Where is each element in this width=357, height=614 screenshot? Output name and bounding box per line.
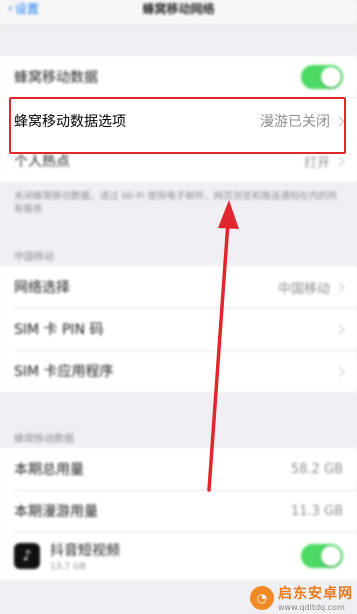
watermark-logo-icon: ◔	[250, 585, 274, 610]
app-size: 13.7 GB	[50, 562, 87, 572]
app-cellular-toggle[interactable]	[301, 544, 343, 568]
network-selection-label: 网络选择	[14, 280, 70, 296]
roaming-usage-label: 本期漫游用量	[14, 504, 98, 520]
sim-apps-label: SIM 卡应用程序	[14, 364, 114, 380]
carrier-section-header: 中国移动	[14, 252, 54, 263]
page-title: 蜂窝移动网络	[142, 2, 215, 16]
carrier-group: 网络选择 中国移动 SIM 卡 PIN 码 SIM 卡应用程序	[0, 266, 357, 392]
site-watermark: ◔ 启东安卓网 www.qdltdq.com	[250, 583, 353, 612]
cellular-data-options-label: 蜂窝移动数据选项	[14, 114, 126, 130]
hotspot-label: 个人热点	[14, 154, 70, 170]
chevron-right-icon	[334, 116, 345, 126]
total-usage-label: 本期总用量	[14, 462, 84, 478]
roaming-usage-value: 11.3 GB	[290, 503, 343, 519]
cellular-data-options-row[interactable]: 蜂窝移动数据选项 漫游已关闭	[0, 99, 357, 143]
chevron-right-icon	[334, 282, 345, 292]
network-selection-row[interactable]: 网络选择 中国移动	[0, 266, 357, 308]
cellular-data-label: 蜂窝移动数据	[14, 70, 98, 86]
usage-group: 本期总用量 58.2 GB 本期漫游用量 11.3 GB ♪ 抖音短视频 13.…	[0, 448, 357, 580]
roaming-usage-row: 本期漫游用量 11.3 GB	[0, 490, 357, 532]
chevron-right-icon	[334, 324, 345, 334]
hotspot-row[interactable]: 个人热点 打开	[0, 140, 357, 182]
tiktok-app-icon: ♪	[14, 543, 40, 569]
total-usage-row: 本期总用量 58.2 GB	[0, 448, 357, 490]
sim-apps-row[interactable]: SIM 卡应用程序	[0, 350, 357, 392]
cellular-footer-note: 关闭蜂窝移动数据，请过 Wi-Fi 使用电子邮件、网页浏览和推送通知在内的所有服…	[14, 191, 338, 215]
watermark-name: 启东安卓网	[278, 586, 353, 602]
cellular-data-options-value: 漫游已关闭	[260, 114, 330, 130]
hotspot-value: 打开	[303, 155, 330, 171]
network-selection-value: 中国移动	[277, 281, 330, 297]
total-usage-value: 58.2 GB	[290, 461, 343, 477]
sim-pin-row[interactable]: SIM 卡 PIN 码	[0, 308, 357, 350]
cellular-data-toggle[interactable]	[301, 65, 343, 89]
chevron-right-icon	[334, 156, 345, 166]
chevron-right-icon	[334, 366, 345, 376]
navigation-bar: ‹ 设置 蜂窝移动网络	[0, 0, 357, 26]
app-name: 抖音短视频	[50, 543, 120, 559]
app-usage-row[interactable]: ♪ 抖音短视频 13.7 GB	[0, 532, 357, 580]
cellular-data-row[interactable]: 蜂窝移动数据	[0, 56, 357, 98]
watermark-url: www.qdltdq.com	[278, 603, 345, 612]
usage-section-header: 蜂窝移动数据	[14, 434, 74, 445]
sim-pin-label: SIM 卡 PIN 码	[14, 322, 104, 338]
